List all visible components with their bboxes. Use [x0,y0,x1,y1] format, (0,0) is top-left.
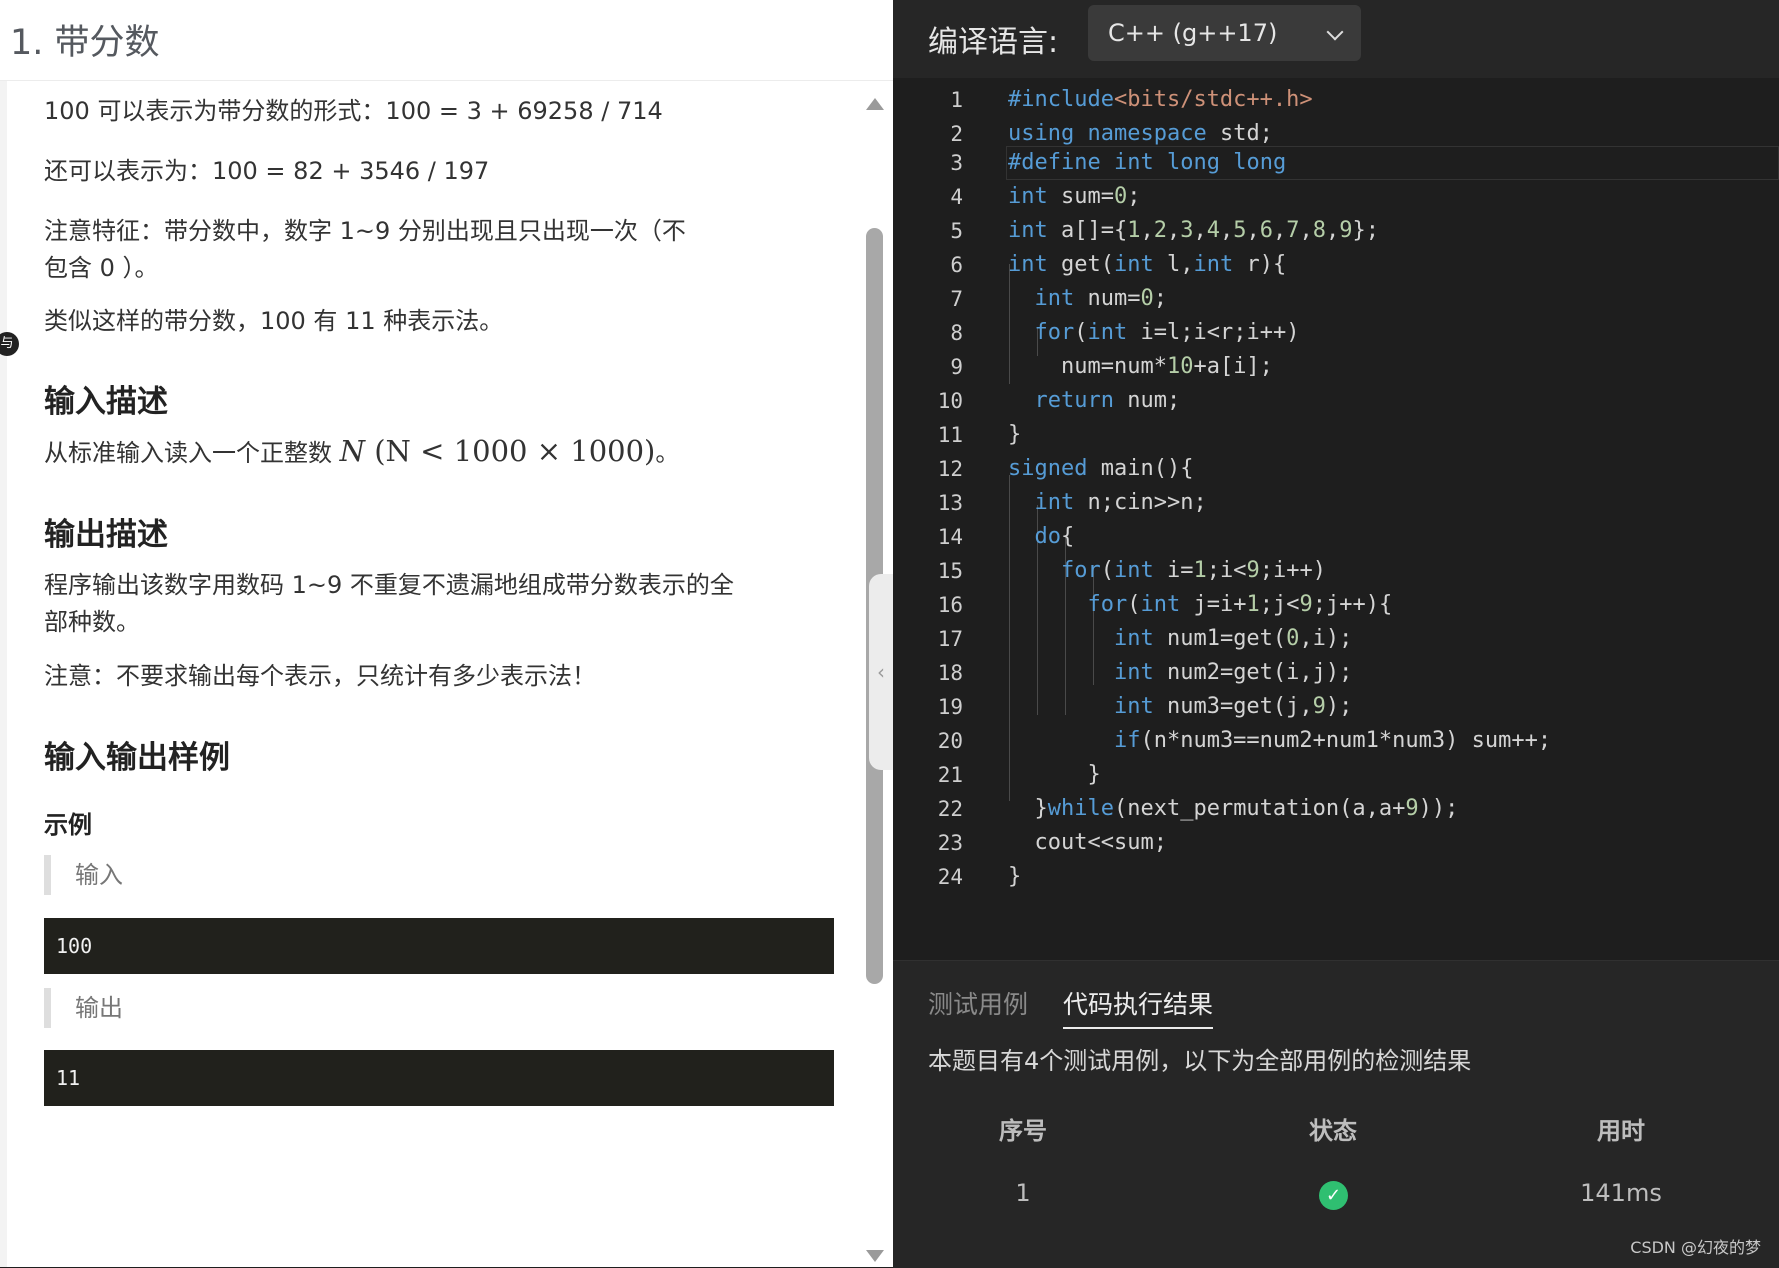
margin-badge[interactable]: 与 [0,332,19,356]
code-line: 24} [937,864,1022,889]
problem-title: 1. 带分数 [10,23,160,63]
editor-panel: 编译语言: C++ (g++17) 1 #include<bits/stdc++.… [893,0,1779,1268]
code-line: 10 return num; [937,388,1181,413]
watermark: CSDN @幻夜的梦 [1630,1238,1761,1257]
language-selected-value: C++ (g++17) [1108,19,1278,47]
code-line: 11} [937,422,1022,447]
input-description-text: 从标准输入读入一个正整数 N (N < 1000 × 1000)。 [44,434,680,468]
result-row-time: 141ms [1580,1179,1662,1207]
column-header-index: 序号 [999,1117,1047,1145]
results-panel: 测试用例 代码执行结果 本题目有4个测试用例，以下为全部用例的检测结果 序号 状… [893,960,1779,1268]
code-line: 15 for(int i=1;i<9;i++) [937,558,1326,583]
output-note: 注意：不要求输出每个表示，只统计有多少表示法！ [44,662,596,690]
problem-paragraph: 类似这样的带分数，100 有 11 种表示法。 [44,307,504,335]
code-line: 19 int num3=get(j,9); [937,694,1353,719]
tab-test-cases[interactable]: 测试用例 [928,985,1028,1027]
code-line: 1 #include<bits/stdc++.h> [950,87,1313,112]
sample-input-box: 100 [44,918,834,974]
tab-execution-result[interactable]: 代码执行结果 [1063,985,1214,1029]
sample-heading: 输入输出样例 [44,740,230,776]
collapse-panel-handle[interactable]: ‹ [869,574,893,770]
input-description-heading: 输入描述 [44,384,168,420]
chevron-down-icon [1326,23,1344,41]
problem-paragraph: 100 可以表示为带分数的形式：100 = 3 + 69258 / 714 [44,97,663,125]
scroll-down-arrow-icon[interactable] [866,1250,884,1262]
code-line: 3 #define int long long [950,150,1287,175]
code-line: 7 int num=0; [950,286,1167,311]
code-line: 22 }while(next_permutation(a,a+9)); [937,796,1459,821]
code-line: 4 int sum=0; [950,184,1141,209]
code-line: 5 int a[]={1,2,3,4,5,6,7,8,9}; [950,218,1379,243]
chevron-left-icon: ‹ [877,660,885,684]
sample-output-box: 11 [44,1050,834,1106]
editor-toolbar: 编译语言: C++ (g++17) [893,0,1779,78]
input-constraint-math: N (N < 1000 × 1000) [339,434,656,468]
results-summary: 本题目有4个测试用例，以下为全部用例的检测结果 [928,1047,1472,1075]
scroll-up-arrow-icon[interactable] [866,98,884,110]
result-row-index: 1 [1015,1179,1031,1207]
problem-header: 1. 带分数 [0,0,893,81]
sample-output-label: 输出 [44,988,123,1028]
column-header-time: 用时 [1597,1117,1645,1145]
code-line: 8 for(int i=l;i<r;i++) [950,320,1300,345]
code-line: 21 } [937,762,1101,787]
code-line: 18 int num2=get(i,j); [937,660,1353,685]
sample-input-label: 输入 [44,855,123,895]
language-label: 编译语言: [928,25,1059,60]
language-select[interactable]: C++ (g++17) [1088,5,1361,61]
input-description-label: 从标准输入读入一个正整数 [44,439,332,467]
example-label: 示例 [44,811,92,839]
column-header-status: 状态 [1309,1117,1357,1145]
problem-body: 与 100 可以表示为带分数的形式：100 = 3 + 69258 / 714 … [0,81,860,1267]
code-line: 23 cout<<sum; [937,830,1167,855]
output-description-text: 程序输出该数字用数码 1~9 不重复不遗漏地组成带分数表示的全部种数。 [44,571,734,636]
code-line: 14 do{ [937,524,1075,549]
problem-paragraph: 注意特征：带分数中，数字 1~9 分别出现且只出现一次（不包含 0 ）。 [44,217,686,282]
code-line: 17 int num1=get(0,i); [937,626,1353,651]
problem-paragraph: 还可以表示为：100 = 82 + 3546 / 197 [44,157,490,185]
check-circle-icon: ✓ [1319,1181,1348,1210]
code-line: 13 int n;cin>>n; [937,490,1207,515]
code-line: 6 int get(int l,int r){ [950,252,1287,277]
code-line: 12 signed main(){ [937,456,1194,481]
code-line: 16 for(int j=i+1;j<9;j++){ [937,592,1393,617]
code-editor[interactable]: 1 #include<bits/stdc++.h> 2 using namespac… [893,78,1779,960]
problem-panel: 1. 带分数 与 100 可以表示为带分数的形式：100 = 3 + 69258… [0,0,893,1267]
output-description-heading: 输出描述 [44,517,168,553]
code-line: 9 num=num*10+a[i]; [950,354,1273,379]
code-line: 20 if(n*num3==num2+num1*num3) sum++; [937,728,1552,753]
